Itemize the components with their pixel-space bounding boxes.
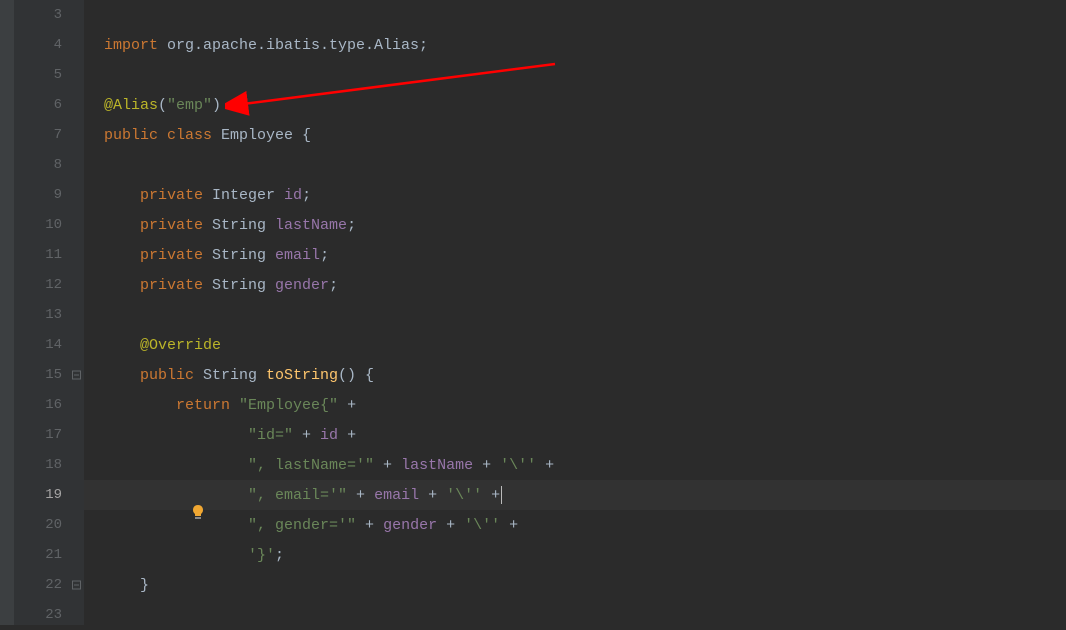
fold-toggle-icon[interactable] <box>72 371 81 380</box>
line-number[interactable]: 6 <box>14 90 84 120</box>
code-line[interactable]: return "Employee{" + <box>84 390 1066 420</box>
code-line[interactable]: ", gender='" + gender + '\'' + <box>84 510 1066 540</box>
code-line[interactable] <box>84 150 1066 180</box>
line-number[interactable]: 17 <box>14 420 84 450</box>
fold-toggle-icon[interactable] <box>72 581 81 590</box>
annotation-alias: @Alias <box>104 97 158 114</box>
method-tostring: toString <box>266 367 338 384</box>
line-number[interactable]: 10 <box>14 210 84 240</box>
code-line[interactable]: "id=" + id + <box>84 420 1066 450</box>
code-line[interactable]: private Integer id; <box>84 180 1066 210</box>
code-editor[interactable]: 3 4 5 6 7 8 9 10 11 12 13 14 15 16 17 18… <box>0 0 1066 625</box>
field-gender: gender <box>275 277 329 294</box>
code-line[interactable]: private String lastName; <box>84 210 1066 240</box>
line-number[interactable]: 12 <box>14 270 84 300</box>
line-number[interactable]: 3 <box>14 0 84 30</box>
intention-bulb-icon[interactable] <box>118 487 134 503</box>
class-name: Employee <box>212 127 302 144</box>
line-number[interactable]: 21 <box>14 540 84 570</box>
line-number[interactable]: 20 <box>14 510 84 540</box>
code-line-current[interactable]: ", email='" + email + '\'' + <box>84 480 1066 510</box>
code-line[interactable]: private String gender; <box>84 270 1066 300</box>
annotation-override: @Override <box>104 337 221 354</box>
line-number[interactable]: 11 <box>14 240 84 270</box>
line-number-gutter[interactable]: 3 4 5 6 7 8 9 10 11 12 13 14 15 16 17 18… <box>14 0 84 625</box>
line-number[interactable]: 16 <box>14 390 84 420</box>
code-line[interactable] <box>84 60 1066 90</box>
line-number[interactable]: 4 <box>14 30 84 60</box>
text-caret <box>501 486 502 504</box>
line-number[interactable]: 5 <box>14 60 84 90</box>
keyword-import: import <box>104 37 158 54</box>
code-line[interactable] <box>84 0 1066 30</box>
field-id: id <box>284 187 302 204</box>
code-line[interactable]: @Override <box>84 330 1066 360</box>
code-text-area[interactable]: import org.apache.ibatis.type.Alias; @Al… <box>84 0 1066 625</box>
code-line[interactable]: ", lastName='" + lastName + '\'' + <box>84 450 1066 480</box>
code-line[interactable] <box>84 300 1066 330</box>
field-email: email <box>275 247 320 264</box>
left-margin-strip <box>0 0 14 625</box>
code-line[interactable]: import org.apache.ibatis.type.Alias; <box>84 30 1066 60</box>
string-literal: "emp" <box>167 97 212 114</box>
line-number[interactable]: 9 <box>14 180 84 210</box>
line-number[interactable]: 23 <box>14 600 84 630</box>
line-number[interactable]: 18 <box>14 450 84 480</box>
code-line[interactable]: '}'; <box>84 540 1066 570</box>
line-number[interactable]: 8 <box>14 150 84 180</box>
code-line[interactable]: public class Employee { <box>84 120 1066 150</box>
code-line[interactable]: @Alias("emp") <box>84 90 1066 120</box>
package-path: org.apache.ibatis.type.Alias; <box>158 37 428 54</box>
code-line[interactable]: } <box>84 570 1066 600</box>
code-line[interactable]: private String email; <box>84 240 1066 270</box>
line-number[interactable]: 13 <box>14 300 84 330</box>
code-line[interactable]: public String toString() { <box>84 360 1066 390</box>
line-number[interactable]: 14 <box>14 330 84 360</box>
line-number-current[interactable]: 19 <box>14 480 84 510</box>
line-number[interactable]: 7 <box>14 120 84 150</box>
field-lastname: lastName <box>275 217 347 234</box>
code-line[interactable] <box>84 600 1066 630</box>
